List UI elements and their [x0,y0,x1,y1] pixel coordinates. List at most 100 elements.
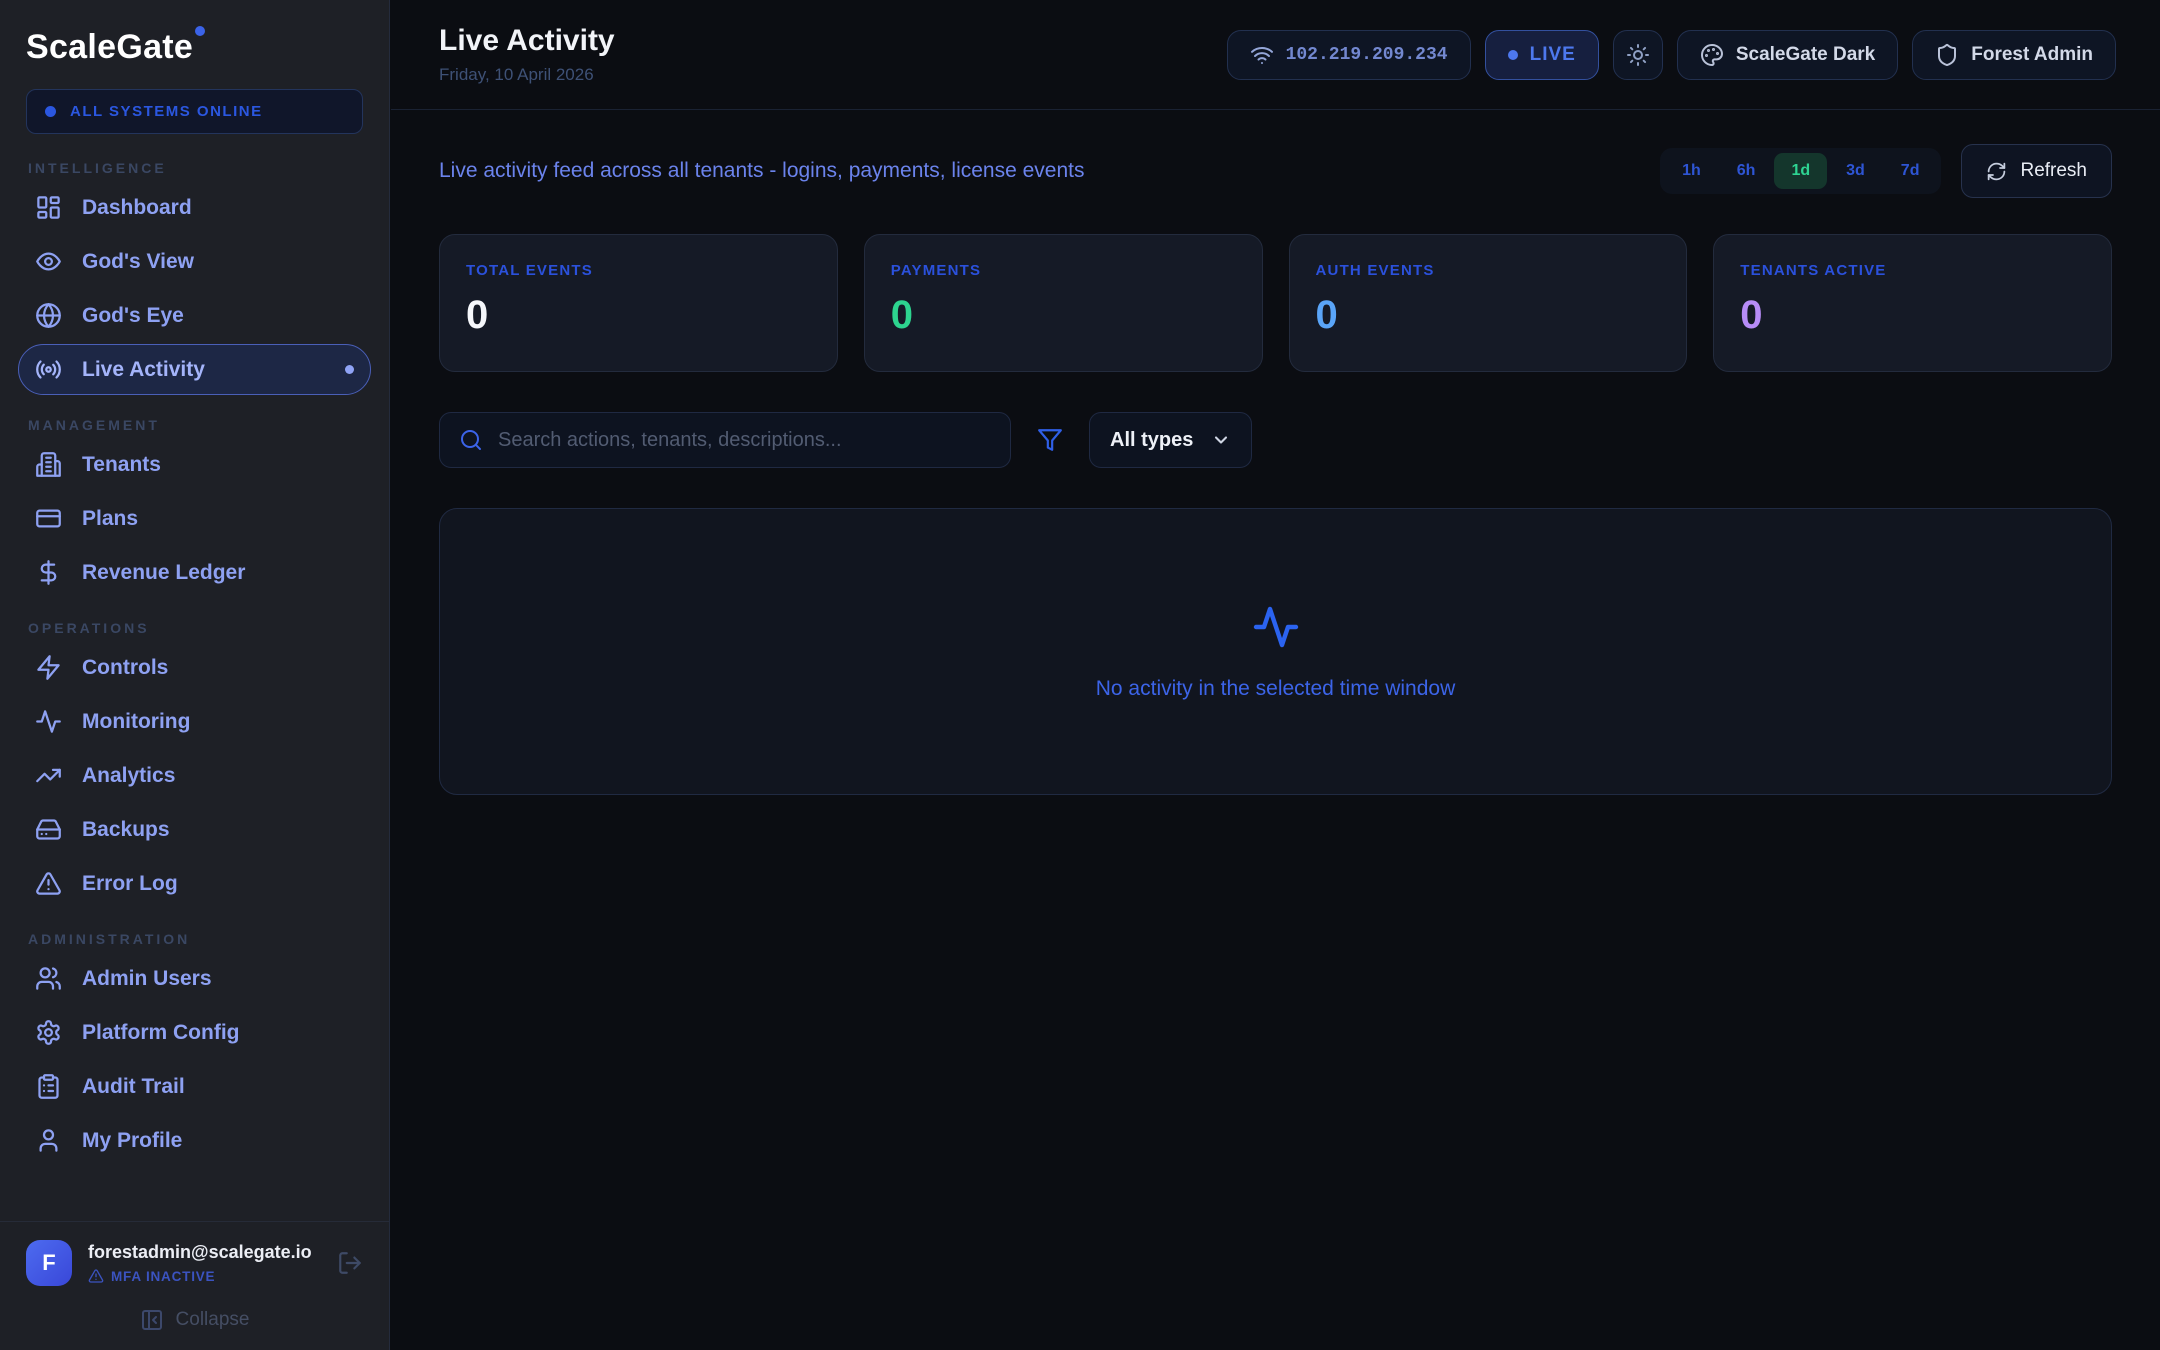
logout-button[interactable] [337,1250,363,1276]
alert-triangle-icon [35,870,62,897]
sidebar-item-platform-config[interactable]: Platform Config [18,1007,371,1058]
search-box[interactable] [439,412,1011,468]
sidebar-item-label: Live Activity [82,358,205,382]
admin-role-pill[interactable]: Forest Admin [1912,30,2116,80]
live-status-pill[interactable]: LIVE [1485,30,1599,80]
refresh-button[interactable]: Refresh [1961,144,2112,198]
section-label-operations: OPERATIONS [28,620,361,636]
main-area: Live Activity Friday, 10 April 2026 102.… [391,0,2160,795]
sidebar-item-label: Error Log [82,872,178,896]
collapse-sidebar-button[interactable]: Collapse [26,1308,363,1338]
time-range-group: 1h 6h 1d 3d 7d [1660,148,1941,194]
feed-header-row: Live activity feed across all tenants - … [439,144,2112,198]
activity-feed-panel: No activity in the selected time window [439,508,2112,795]
logout-icon [337,1250,363,1276]
sidebar-item-dashboard[interactable]: Dashboard [18,182,371,233]
sidebar-item-label: Backups [82,818,170,842]
avatar: F [26,1240,72,1286]
sun-icon [1626,43,1650,67]
sidebar-item-label: Admin Users [82,967,212,991]
user-email: forestadmin@scalegate.io [88,1242,312,1263]
sidebar-item-label: Monitoring [82,710,190,734]
sidebar-item-controls[interactable]: Controls [18,642,371,693]
search-icon [459,428,483,452]
feed-description: Live activity feed across all tenants - … [439,159,1084,183]
sidebar-item-analytics[interactable]: Analytics [18,750,371,801]
time-range-7d[interactable]: 7d [1884,153,1937,189]
theme-toggle-button[interactable] [1613,30,1663,80]
user-row: F forestadmin@scalegate.io MFA INACTIVE [26,1240,363,1286]
stat-label: TENANTS ACTIVE [1740,262,2085,279]
palette-icon [1700,43,1724,67]
sidebar-item-error-log[interactable]: Error Log [18,858,371,909]
topbar: Live Activity Friday, 10 April 2026 102.… [391,0,2160,110]
brand-name: ScaleGate [26,28,193,67]
status-badge-label: ALL SYSTEMS ONLINE [70,103,263,120]
stat-card-total-events: TOTAL EVENTS 0 [439,234,838,372]
theme-name-pill[interactable]: ScaleGate Dark [1677,30,1898,80]
type-filter-select[interactable]: All types [1089,412,1252,468]
gear-icon [35,1019,62,1046]
building-icon [35,451,62,478]
sidebar-item-monitoring[interactable]: Monitoring [18,696,371,747]
filter-funnel-icon[interactable] [1037,427,1063,453]
sidebar-item-label: My Profile [82,1129,182,1153]
sidebar-item-label: Dashboard [82,196,192,220]
brand-dot-icon [195,26,205,36]
sidebar-item-gods-eye[interactable]: God's Eye [18,290,371,341]
sidebar-footer: F forestadmin@scalegate.io MFA INACTIVE … [0,1221,389,1350]
page-date: Friday, 10 April 2026 [439,65,615,85]
sidebar-item-gods-view[interactable]: God's View [18,236,371,287]
sidebar-item-label: Controls [82,656,168,680]
sidebar-nav: INTELLIGENCE Dashboard God's View God's … [0,134,389,1221]
credit-card-icon [35,505,62,532]
live-label: LIVE [1530,44,1576,66]
chevron-down-icon [1211,430,1231,450]
section-label-management: MANAGEMENT [28,417,361,433]
users-icon [35,965,62,992]
stats-row: TOTAL EVENTS 0 PAYMENTS 0 AUTH EVENTS 0 … [439,234,2112,372]
sidebar-item-revenue-ledger[interactable]: Revenue Ledger [18,547,371,598]
content: Live activity feed across all tenants - … [391,110,2160,795]
refresh-label: Refresh [2020,160,2087,182]
admin-role-label: Forest Admin [1971,44,2093,66]
sidebar-item-backups[interactable]: Backups [18,804,371,855]
dashboard-grid-icon [35,194,62,221]
search-input[interactable] [498,429,991,452]
live-dot-icon [1508,50,1518,60]
time-range-6h[interactable]: 6h [1720,153,1773,189]
eye-icon [35,248,62,275]
status-dot-icon [45,106,56,117]
activity-pulse-icon [1252,603,1300,651]
hard-drive-icon [35,816,62,843]
sidebar-item-tenants[interactable]: Tenants [18,439,371,490]
mfa-warning-label: MFA INACTIVE [111,1269,215,1284]
section-label-intelligence: INTELLIGENCE [28,160,361,176]
sidebar-item-live-activity[interactable]: Live Activity [18,344,371,395]
radio-broadcast-icon [35,356,62,383]
stat-card-payments: PAYMENTS 0 [864,234,1263,372]
stat-card-tenants-active: TENANTS ACTIVE 0 [1713,234,2112,372]
panel-collapse-icon [140,1308,164,1332]
refresh-icon [1986,161,2007,182]
sidebar-item-label: Tenants [82,453,161,477]
time-range-1h[interactable]: 1h [1665,153,1718,189]
active-indicator-dot [345,365,354,374]
page-title: Live Activity [439,24,615,58]
sidebar-item-plans[interactable]: Plans [18,493,371,544]
shield-icon [1935,43,1959,67]
stat-value: 0 [1316,293,1661,338]
time-range-1d[interactable]: 1d [1774,153,1827,189]
stat-value: 0 [1740,293,2085,338]
sidebar-item-label: Platform Config [82,1021,240,1045]
sidebar: ScaleGate ALL SYSTEMS ONLINE INTELLIGENC… [0,0,390,1350]
sidebar-item-my-profile[interactable]: My Profile [18,1115,371,1166]
stat-value: 0 [466,293,811,338]
mfa-warning: MFA INACTIVE [88,1268,312,1284]
brand-logo: ScaleGate [0,0,389,67]
sidebar-item-admin-users[interactable]: Admin Users [18,953,371,1004]
time-range-3d[interactable]: 3d [1829,153,1882,189]
sidebar-item-audit-trail[interactable]: Audit Trail [18,1061,371,1112]
stat-card-auth-events: AUTH EVENTS 0 [1289,234,1688,372]
wifi-icon [1250,43,1274,67]
